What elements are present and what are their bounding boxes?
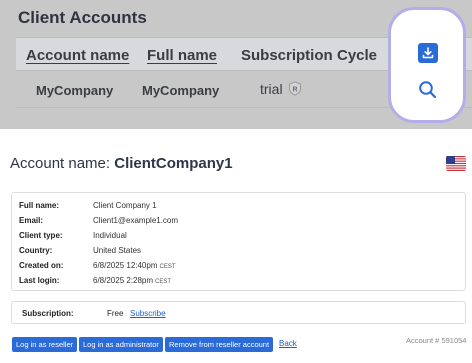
row-subscription: trial R [260,81,302,99]
detail-label: Last login: [19,276,60,285]
row-account-name[interactable]: MyCompany [36,83,113,98]
detail-value: Client1@example1.com [93,216,179,225]
column-header-full-name[interactable]: Full name [147,47,217,64]
detail-value: 6/8/2025 2:28pm [93,276,154,285]
detail-full-name: Full name: Client Company 1 [19,201,157,210]
timezone-label: CEST [155,279,172,285]
account-title: Account name: ClientCompany1 [10,155,233,172]
detail-value: Client Company 1 [93,201,157,210]
detail-value: 6/8/2025 12:40pm [93,261,158,270]
account-details-card: Full name: Client Company 1 Email: Client1… [11,192,466,291]
subscription-value: Free [107,309,124,318]
svg-text:R: R [292,87,297,94]
client-accounts-panel: Client Accounts Account name Full name S… [0,0,472,129]
page-title: Client Accounts [18,8,147,27]
column-header-subscription: Subscription [241,47,333,64]
download-icon[interactable] [418,43,438,63]
row-full-name: MyCompany [142,83,220,98]
column-header-account-name[interactable]: Account name [26,47,129,64]
detail-created-on: Created on: 6/8/2025 12:40pm CEST [19,261,176,270]
detail-label: Client type: [19,231,63,240]
detail-value: Individual [93,231,127,240]
account-title-name: ClientCompany1 [114,155,233,172]
account-title-prefix: Account name: [10,155,111,172]
detail-label: Full name: [19,201,60,210]
subscribe-link[interactable]: Subscribe [130,309,166,318]
actions-highlight [388,7,466,123]
reseller-badge-icon: R [288,81,302,99]
detail-label: Email: [19,216,44,225]
login-as-reseller-button[interactable]: Log in as reseller [12,337,78,352]
detail-last-login: Last login: 6/8/2025 2:28pm CEST [19,276,171,285]
subscription-label: Subscription: [22,309,74,318]
search-icon[interactable] [417,79,439,101]
account-number: Account # 591054 [406,336,467,345]
timezone-label: CEST [159,264,176,270]
detail-client-type: Client type: Individual [19,231,127,240]
subscription-card: Subscription: Free Subscribe [11,301,466,324]
detail-email: Email: Client1@example1.com [19,216,178,225]
back-link[interactable]: Back [279,339,297,348]
us-flag-icon [446,156,466,171]
subscription-text: trial [260,81,283,97]
detail-label: Created on: [19,261,64,270]
detail-value: United States [93,246,142,255]
detail-label: Country: [19,246,53,255]
login-as-administrator-button[interactable]: Log in as administrator [79,337,163,352]
column-header-cycle: Cycle [337,47,378,64]
remove-from-reseller-button[interactable]: Remove from reseller account [165,337,274,352]
detail-country: Country: United States [19,246,141,255]
